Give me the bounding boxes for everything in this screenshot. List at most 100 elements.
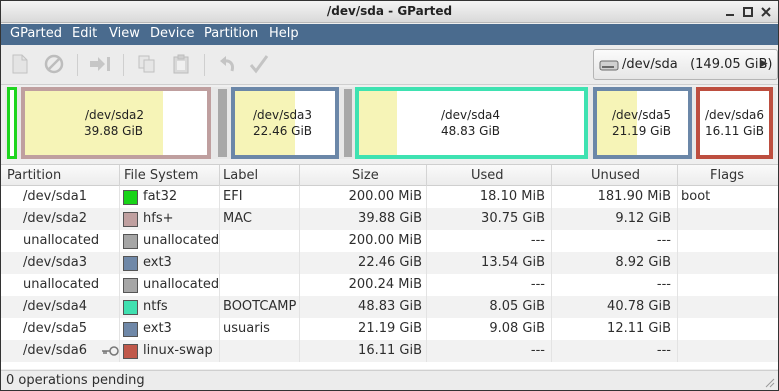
column-gridline: [119, 340, 120, 362]
device-selector[interactable]: /dev/sda (149.05 GiB) ▶: [593, 49, 778, 80]
close-button[interactable]: [759, 5, 773, 19]
column-divider: [426, 165, 427, 186]
column-gridline: [551, 252, 552, 274]
column-gridline: [219, 318, 220, 340]
filesystem-color-swatch: [123, 256, 138, 271]
column-gridline: [299, 230, 300, 252]
column-gridline: [426, 340, 427, 362]
table-row[interactable]: /dev/sda4 ntfs BOOTCAMP 48.83 GiB 8.05 GiB 40…: [1, 296, 778, 318]
new-partition-button[interactable]: [9, 53, 31, 75]
column-gridline: [677, 208, 678, 230]
partition-block-sda6[interactable]: /dev/sda6 16.11 GiB: [696, 87, 773, 159]
delete-partition-button[interactable]: [43, 53, 65, 75]
table-row[interactable]: /dev/sda6 linux-swap 16.11 GiB --- ---: [1, 340, 778, 362]
cell-partition: /dev/sda2: [23, 211, 87, 226]
minimize-icon: [726, 14, 734, 16]
partition-block-name: /dev/sda6: [705, 108, 765, 122]
column-header-unused[interactable]: Unused: [591, 168, 640, 183]
column-gridline: [119, 274, 120, 296]
partition-block-name: /dev/sda5: [612, 108, 672, 122]
checkmark-icon: [249, 55, 269, 74]
column-gridline: [219, 340, 220, 362]
partition-block-size: 48.83 GiB: [441, 124, 501, 138]
table-row[interactable]: /dev/sda1 fat32 EFI 200.00 MiB 18.10 MiB 181.…: [1, 186, 778, 208]
cell-label: MAC: [223, 211, 252, 226]
table-row[interactable]: /dev/sda2 hfs+ MAC 39.88 GiB 30.75 GiB 9.12 G…: [1, 208, 778, 230]
close-icon: [761, 7, 771, 17]
cell-used: 8.05 GiB: [489, 299, 545, 314]
new-document-icon: [12, 54, 28, 74]
column-gridline: [551, 230, 552, 252]
cell-unused: 40.78 GiB: [607, 299, 671, 314]
column-gridline: [299, 274, 300, 296]
resize-move-button[interactable]: [89, 53, 111, 75]
column-divider: [551, 165, 552, 186]
partition-block-sda2[interactable]: /dev/sda2 39.88 GiB: [21, 87, 211, 159]
filesystem-color-swatch: [123, 300, 138, 315]
column-header-label[interactable]: Label: [223, 168, 258, 183]
menu-bar: GParted Edit View Device Partition Help: [1, 24, 778, 45]
paste-button[interactable]: [170, 53, 192, 75]
column-gridline: [677, 340, 678, 362]
unallocated-block[interactable]: [218, 89, 227, 157]
table-row[interactable]: /dev/sda3 ext3 22.46 GiB 13.54 GiB 8.92 GiB: [1, 252, 778, 274]
column-gridline: [119, 230, 120, 252]
cell-used: 30.75 GiB: [481, 211, 545, 226]
toolbar-separator: [204, 54, 205, 76]
partition-block-sda1[interactable]: [7, 87, 17, 159]
toolbar-separator: [77, 54, 78, 76]
column-divider: [299, 165, 300, 186]
menu-help[interactable]: Help: [269, 26, 299, 41]
cell-unused: 12.11 GiB: [607, 321, 671, 336]
unallocated-block[interactable]: [344, 89, 352, 157]
menu-view[interactable]: View: [109, 26, 140, 41]
paste-icon: [173, 54, 189, 74]
operations-pending-text: 0 operations pending: [6, 373, 145, 388]
column-gridline: [299, 318, 300, 340]
cell-size: 22.46 GiB: [358, 255, 422, 270]
column-gridline: [299, 296, 300, 318]
column-gridline: [219, 274, 220, 296]
undo-icon: [220, 56, 234, 72]
column-gridline: [299, 186, 300, 208]
column-header-flags[interactable]: Flags: [710, 168, 744, 183]
apply-button[interactable]: [248, 53, 270, 75]
menu-partition[interactable]: Partition: [204, 26, 258, 41]
column-gridline: [426, 296, 427, 318]
cell-size: 21.19 GiB: [358, 321, 422, 336]
menu-device[interactable]: Device: [150, 26, 194, 41]
column-header-size[interactable]: Size: [352, 168, 379, 183]
dropdown-arrow-icon: ▶: [760, 58, 768, 69]
maximize-button[interactable]: [741, 5, 755, 19]
partition-block-sda3[interactable]: /dev/sda3 22.46 GiB: [231, 87, 339, 159]
table-row[interactable]: unallocated unallocated 200.00 MiB --- ---: [1, 230, 778, 252]
column-header-partition[interactable]: Partition: [7, 168, 61, 183]
column-gridline: [219, 252, 220, 274]
title-bar[interactable]: /dev/sda - GParted: [1, 1, 778, 23]
column-gridline: [426, 186, 427, 208]
resize-grip-icon[interactable]: [763, 376, 775, 388]
key-icon: [102, 346, 119, 356]
copy-button[interactable]: [136, 53, 158, 75]
menu-gparted[interactable]: GParted: [10, 26, 62, 41]
column-header-filesystem[interactable]: File System: [124, 168, 198, 183]
partition-block-sda5[interactable]: /dev/sda5 21.19 GiB: [593, 87, 692, 159]
cell-filesystem: unallocated: [143, 277, 220, 292]
partition-block-size: 39.88 GiB: [84, 124, 144, 138]
column-gridline: [119, 296, 120, 318]
column-divider: [219, 165, 220, 186]
cell-label: BOOTCAMP: [223, 299, 297, 314]
cell-partition: unallocated: [23, 277, 100, 292]
toolbar-separator: [123, 54, 124, 76]
column-header-used[interactable]: Used: [471, 168, 504, 183]
column-gridline: [299, 208, 300, 230]
minimize-button[interactable]: [723, 5, 737, 19]
table-row[interactable]: unallocated unallocated 200.24 MiB --- ---: [1, 274, 778, 296]
table-row[interactable]: /dev/sda5 ext3 usuaris 21.19 GiB 9.08 GiB 12.…: [1, 318, 778, 340]
column-gridline: [219, 230, 220, 252]
menu-edit[interactable]: Edit: [72, 26, 97, 41]
undo-button[interactable]: [216, 53, 238, 75]
partition-block-sda4[interactable]: /dev/sda4 48.83 GiB: [355, 87, 588, 159]
cell-unused: 181.90 MiB: [597, 189, 671, 204]
hard-disk-icon: [599, 60, 619, 71]
